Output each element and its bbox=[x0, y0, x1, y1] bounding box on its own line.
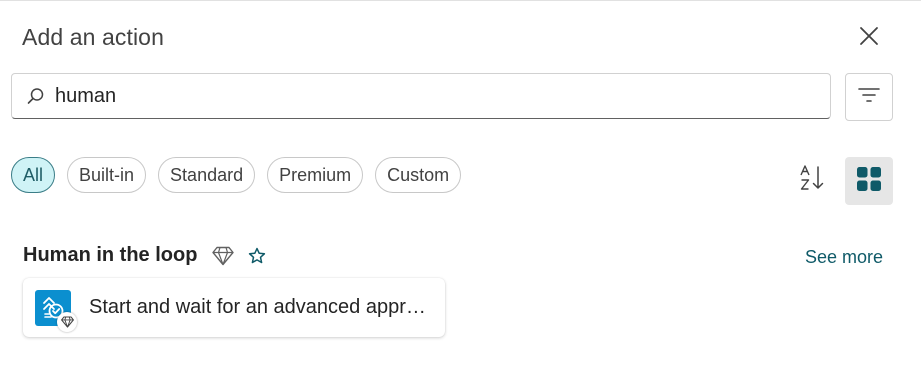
chip-built-in[interactable]: Built-in bbox=[67, 157, 147, 193]
close-button[interactable] bbox=[855, 24, 883, 52]
section-title: Human in the loop bbox=[23, 244, 198, 266]
premium-diamond-icon bbox=[212, 246, 235, 266]
action-card[interactable]: Start and wait for an advanced appr… bbox=[23, 278, 445, 337]
premium-badge-icon bbox=[57, 311, 77, 332]
grid-view-toggle[interactable] bbox=[845, 157, 893, 205]
chip-premium[interactable]: Premium bbox=[267, 157, 364, 193]
section-header: Human in the loop bbox=[23, 244, 266, 267]
grid-icon bbox=[857, 166, 881, 196]
see-more-link[interactable]: See more bbox=[805, 247, 883, 268]
chip-standard[interactable]: Standard bbox=[158, 157, 256, 193]
filter-icon bbox=[858, 87, 880, 108]
category-filter-chips: All Built-in Standard Premium Custom bbox=[11, 157, 462, 193]
action-label: Start and wait for an advanced appr… bbox=[89, 296, 426, 318]
favorite-star-icon[interactable] bbox=[248, 247, 266, 265]
close-icon bbox=[859, 26, 879, 51]
search-icon bbox=[27, 86, 47, 106]
chip-custom[interactable]: Custom bbox=[375, 157, 462, 193]
filter-button[interactable] bbox=[845, 73, 893, 121]
sort-button[interactable] bbox=[797, 164, 829, 196]
search-input[interactable] bbox=[55, 84, 795, 108]
chip-all[interactable]: All bbox=[11, 157, 56, 193]
approvals-icon bbox=[35, 289, 77, 332]
search-box[interactable] bbox=[11, 73, 831, 119]
panel-top-border bbox=[0, 0, 921, 1]
sort-az-icon bbox=[799, 164, 827, 197]
panel-title: Add an action bbox=[22, 24, 164, 50]
